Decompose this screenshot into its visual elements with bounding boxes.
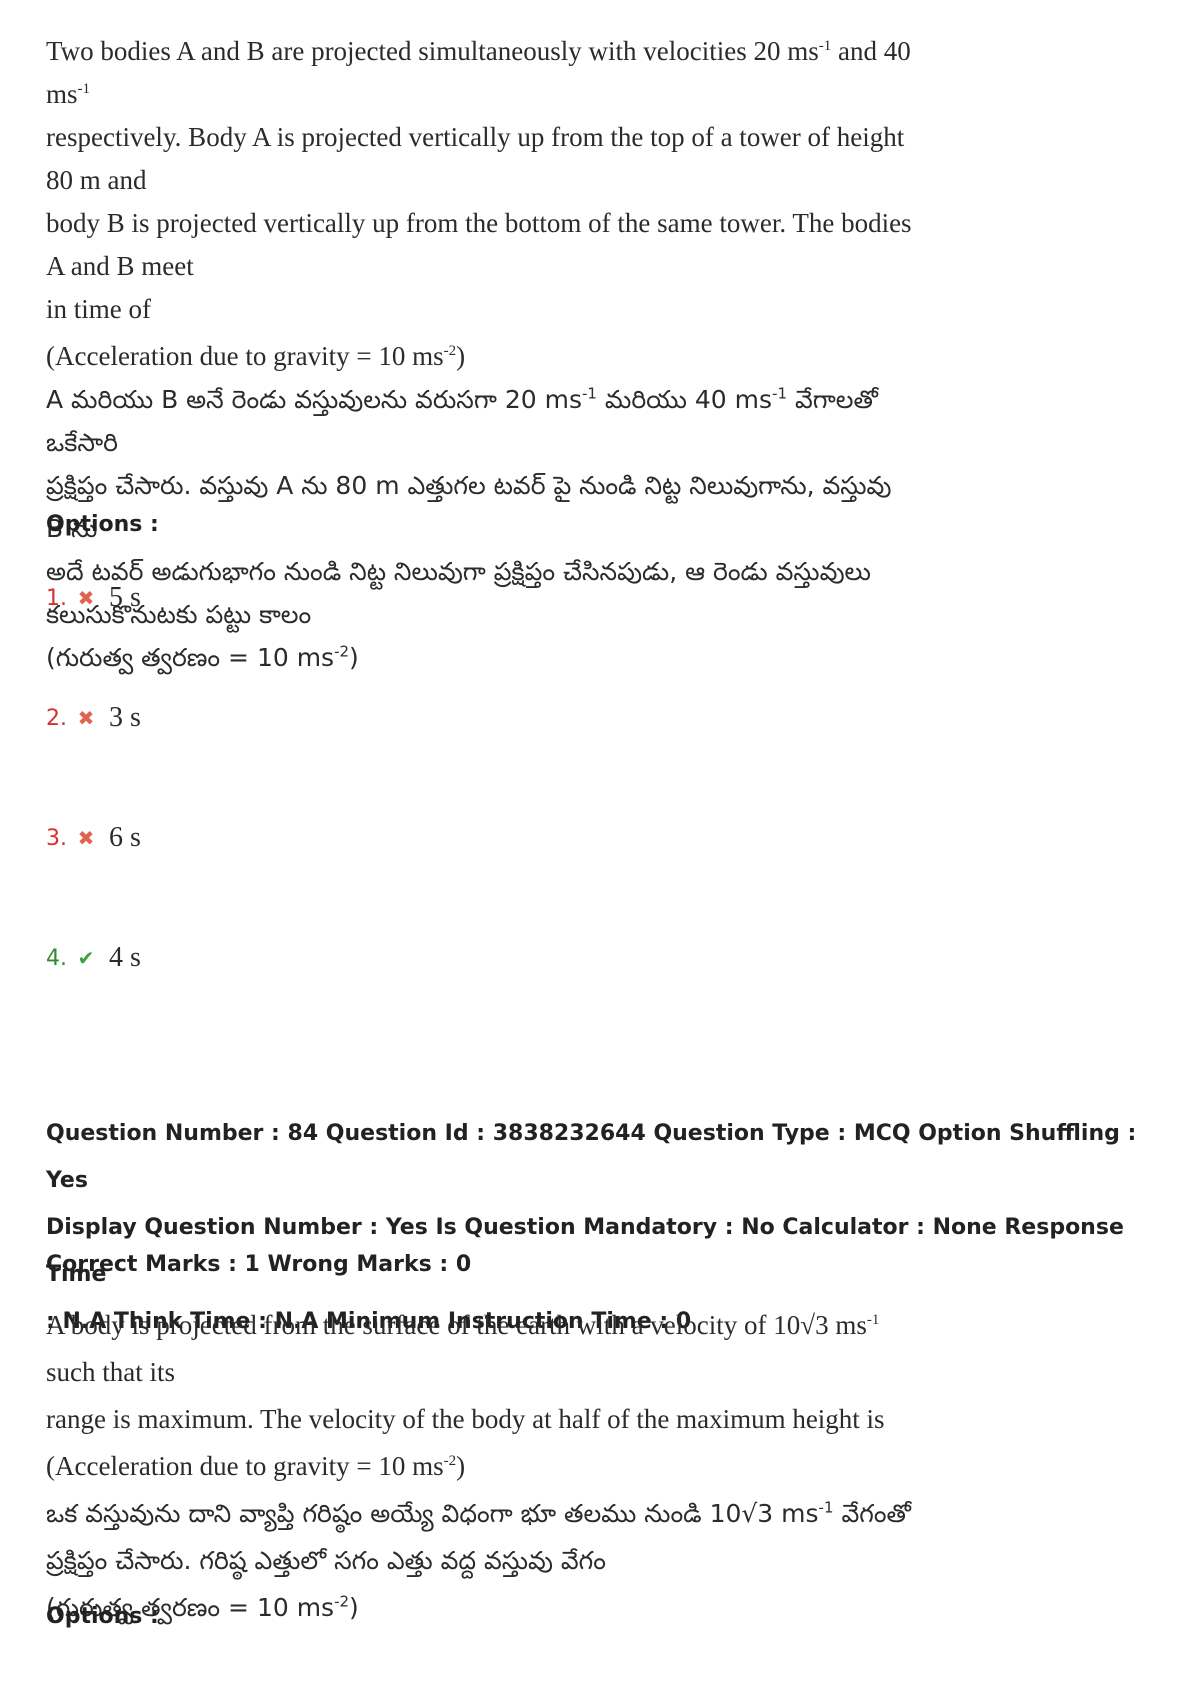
option-3: 3. ✖ 6 s — [46, 818, 141, 858]
option-number: 2. — [46, 705, 67, 731]
option-4: 4. ✔ 4 s — [46, 938, 141, 978]
option-text: 5 s — [109, 582, 141, 613]
gravity-note-telugu: (గురుత్వ త్వరణం = 10 ms-2) — [46, 1592, 359, 1622]
option-text: 3 s — [109, 702, 141, 733]
option-1: 1. ✖ 5 s — [46, 578, 141, 618]
question-line-telugu: ఒక వస్తువును దాని వ్యాప్తి గరిష్ఠం అయ్యే… — [46, 1498, 911, 1528]
question-line: body B is projected vertically up from t… — [46, 208, 912, 281]
question-line: range is maximum. The velocity of the bo… — [46, 1404, 885, 1434]
options-label: Options : — [46, 512, 159, 537]
question-line: respectively. Body A is projected vertic… — [46, 122, 905, 195]
question-line: A body is projected from the surface of … — [46, 1310, 880, 1387]
question-text-next: A body is projected from the surface of … — [46, 1302, 916, 1631]
options-label: Options : — [46, 1604, 159, 1629]
meta-line: Question Number : 84 Question Id : 38382… — [46, 1121, 1137, 1193]
question-line-telugu: కలుసుకొనుటకు పట్టు కాలం — [46, 600, 312, 629]
option-2: 2. ✖ 3 s — [46, 698, 141, 738]
question-text-previous: Two bodies A and B are projected simulta… — [46, 30, 916, 679]
question-line-telugu: ప్రక్షిప్తం చేసారు. గరిష్ఠ ఎత్తులో సగం ఎ… — [46, 1546, 606, 1575]
question-line-telugu: A మరియు B అనే రెండు వస్తువులను వరుసగా 20… — [46, 384, 878, 457]
marks-info: Correct Marks : 1 Wrong Marks : 0 — [46, 1252, 472, 1277]
option-number: 4. — [46, 945, 67, 971]
cross-icon: ✖ — [77, 586, 95, 610]
gravity-note: (Acceleration due to gravity = 10 ms-2) — [46, 1451, 466, 1481]
question-line-telugu: అదే టవర్ అడుగుభాగం నుండి నిట్ట నిలువుగా … — [46, 557, 871, 586]
gravity-note: (Acceleration due to gravity = 10 ms-2) — [46, 341, 466, 371]
option-number: 1. — [46, 585, 67, 611]
option-text: 6 s — [109, 822, 141, 853]
check-icon: ✔ — [77, 946, 95, 970]
gravity-note-telugu: (గురుత్వ త్వరణం = 10 ms-2) — [46, 642, 359, 672]
option-text: 4 s — [109, 942, 141, 973]
meta-line: Display Question Number : Yes Is Questio… — [46, 1215, 1124, 1287]
cross-icon: ✖ — [77, 706, 95, 730]
option-number: 3. — [46, 825, 67, 851]
question-line-telugu: ప్రక్షిప్తం చేసారు. వస్తువు A ను 80 m ఎత… — [46, 471, 892, 543]
question-line: Two bodies A and B are projected simulta… — [46, 36, 911, 109]
cross-icon: ✖ — [77, 826, 95, 850]
question-line: in time of — [46, 294, 151, 324]
